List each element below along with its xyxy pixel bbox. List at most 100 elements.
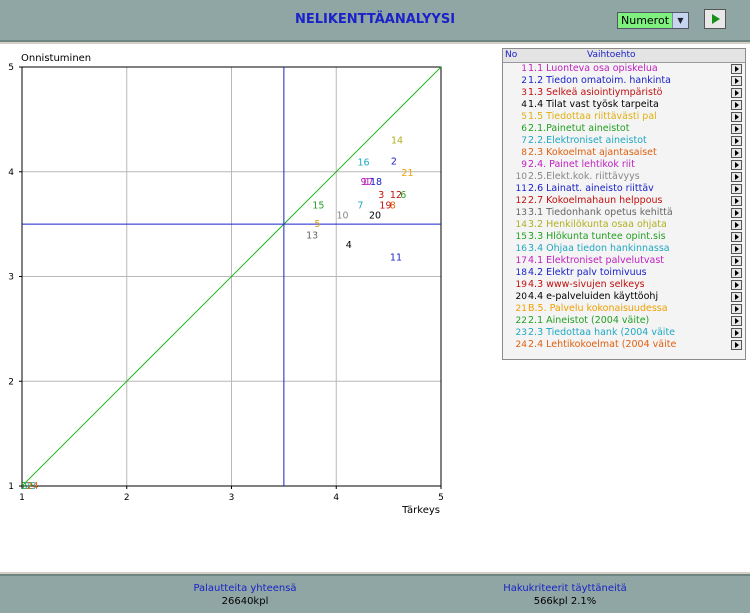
arrow-right-icon[interactable] — [731, 232, 742, 242]
list-item-number: 14 — [515, 220, 527, 230]
list-item-label: 3.4 Ohjaa tiedon hankinnassa — [528, 243, 670, 254]
list-item[interactable]: 13 3.1 Tiedonhank opetus kehittä — [503, 207, 745, 219]
arrow-right-icon[interactable] — [731, 292, 742, 302]
arrow-right-icon[interactable] — [731, 256, 742, 266]
list-item-label: 1.2 Tiedon omatoim. hankinta — [528, 75, 671, 86]
chevron-down-icon[interactable]: ▼ — [672, 13, 688, 28]
list-item[interactable]: 2 1.2 Tiedon omatoim. hankinta — [503, 75, 745, 87]
list-item[interactable]: 19 4.3 www-sivujen selkeys — [503, 279, 745, 291]
y-tick-label: 5 — [8, 63, 14, 73]
list-item-number: 23 — [515, 328, 527, 338]
arrow-right-icon[interactable] — [731, 268, 742, 278]
list-item-label: 2.2.Elektroniset aineistot — [528, 135, 647, 146]
list-rows: 1 1.1 Luonteva osa opiskelua 2 1.2 Tiedon o… — [503, 63, 745, 351]
y-tick-label: 2 — [8, 377, 14, 387]
footer-bar: Palautteita yhteensä 26640kpl Hakukritee… — [0, 574, 750, 613]
list-item[interactable]: 6 2.1.Painetut aineistot — [503, 123, 745, 135]
arrow-right-icon[interactable] — [731, 172, 742, 182]
list-item[interactable]: 8 2.3 Kokoelmat ajantasaiset — [503, 147, 745, 159]
play-icon — [712, 14, 720, 24]
list-item[interactable]: 20 4.4 e-palveluiden käyttöohj — [503, 291, 745, 303]
arrow-right-icon[interactable] — [731, 88, 742, 98]
list-item[interactable]: 23 2.3 Tiedottaa hank (2004 väite — [503, 327, 745, 339]
list-item[interactable]: 11 2.6 Lainatt. aineisto riittäv — [503, 183, 745, 195]
y-tick-label: 4 — [8, 168, 14, 178]
arrow-right-icon[interactable] — [731, 136, 742, 146]
arrow-right-icon[interactable] — [731, 148, 742, 158]
data-point-label: 14 — [391, 135, 403, 146]
list-item-number: 19 — [515, 280, 527, 290]
arrow-right-icon[interactable] — [731, 64, 742, 74]
list-item[interactable]: 5 1.5 Tiedottaa riittävästi pal — [503, 111, 745, 123]
list-item[interactable]: 7 2.2.Elektroniset aineistot — [503, 135, 745, 147]
data-point-label: 7 — [357, 200, 363, 211]
list-item[interactable]: 10 2.5.Elekt.kok. riittävyys — [503, 171, 745, 183]
list-item-number: 17 — [515, 256, 527, 266]
col-no-header: No — [505, 50, 518, 60]
list-item-label: 3.3 Hlökunta tuntee opint.sis — [528, 231, 666, 242]
data-point-label: 12 — [390, 190, 402, 201]
arrow-right-icon[interactable] — [731, 304, 742, 314]
arrow-right-icon[interactable] — [731, 196, 742, 206]
data-point-label: 4 — [346, 240, 352, 251]
list-item-label: 1.1 Luonteva osa opiskelua — [528, 63, 658, 74]
header-bar: NELIKENTTÄANALYYSI Numerot ▼ — [0, 0, 750, 42]
list-item-label: 1.5 Tiedottaa riittävästi pal — [528, 111, 657, 122]
main-area: 1 2 3 4 5 1 2 3 4 5 Onnistuminen Tärkeys 1 2 3 4 5 6 7 8 9 10… — [0, 44, 750, 572]
arrow-right-icon[interactable] — [731, 340, 742, 350]
list-item[interactable]: 18 4.2 Elektr palv toimivuus — [503, 267, 745, 279]
x-tick-label: 4 — [333, 493, 339, 503]
list-item-number: 7 — [521, 136, 527, 146]
arrow-right-icon[interactable] — [731, 208, 742, 218]
data-point-label: 18 — [370, 177, 382, 188]
data-point-label: 16 — [357, 157, 369, 168]
y-tick-label: 3 — [8, 273, 14, 283]
list-item-label: 1.4 Tilat vast työsk tarpeita — [528, 99, 659, 110]
data-point-label: 11 — [390, 253, 402, 264]
list-header: No Vaihtoehto — [503, 49, 745, 63]
list-item[interactable]: 24 2.4 Lehtikokoelmat (2004 väite — [503, 339, 745, 351]
arrow-right-icon[interactable] — [731, 160, 742, 170]
list-item-label: 3.2 Henkilökunta osaa ohjata — [528, 219, 667, 230]
list-item[interactable]: 15 3.3 Hlökunta tuntee opint.sis — [503, 231, 745, 243]
list-item-number: 2 — [521, 76, 527, 86]
arrow-right-icon[interactable] — [731, 280, 742, 290]
list-item-label: 3.1 Tiedonhank opetus kehittä — [528, 207, 673, 218]
list-item-label: 2.4 Lehtikokoelmat (2004 väite — [528, 339, 677, 350]
list-item-label: 2.7 Kokoelmahaun helppous — [528, 195, 663, 206]
arrow-right-icon[interactable] — [731, 316, 742, 326]
list-item[interactable]: 1 1.1 Luonteva osa opiskelua — [503, 63, 745, 75]
x-tick-label: 5 — [438, 493, 444, 503]
arrow-right-icon[interactable] — [731, 100, 742, 110]
play-button[interactable] — [704, 9, 726, 29]
list-item[interactable]: 22 2.1 Aineistot (2004 väite) — [503, 315, 745, 327]
list-item-label: 2.3 Tiedottaa hank (2004 väite — [528, 327, 676, 338]
arrow-right-icon[interactable] — [731, 244, 742, 254]
list-item-number: 13 — [515, 208, 527, 218]
data-point-label: 15 — [312, 200, 324, 211]
list-item[interactable]: 16 3.4 Ohjaa tiedon hankinnassa — [503, 243, 745, 255]
list-item[interactable]: 21 B.5. Palvelu kokonaisuudessa — [503, 303, 745, 315]
list-item-label: B.5. Palvelu kokonaisuudessa — [528, 303, 668, 314]
x-tick-label: 3 — [229, 493, 235, 503]
arrow-right-icon[interactable] — [731, 76, 742, 86]
chart-svg: 1 2 3 4 512345OnnistuminenTärkeys1234567 8910… — [8, 53, 444, 516]
list-item[interactable]: 14 3.2 Henkilökunta osaa ohjata — [503, 219, 745, 231]
list-item[interactable]: 9 2.4. Painet lehtikok riit — [503, 159, 745, 171]
display-mode-select[interactable]: Numerot ▼ — [617, 12, 689, 29]
list-item[interactable]: 3 1.3 Selkeä asiointiympäristö — [503, 87, 745, 99]
arrow-right-icon[interactable] — [731, 112, 742, 122]
list-item[interactable]: 17 4.1 Elektroniset palvelutvast — [503, 255, 745, 267]
list-item-label: 1.3 Selkeä asiointiympäristö — [528, 87, 663, 98]
arrow-right-icon[interactable] — [731, 220, 742, 230]
data-point-label: 2 — [391, 156, 397, 167]
list-item[interactable]: 4 1.4 Tilat vast työsk tarpeita — [503, 99, 745, 111]
data-point-label: 20 — [369, 211, 381, 222]
arrow-right-icon[interactable] — [731, 184, 742, 194]
arrow-right-icon[interactable] — [731, 328, 742, 338]
list-item-number: 3 — [521, 88, 527, 98]
list-item[interactable]: 12 2.7 Kokoelmahaun helppous — [503, 195, 745, 207]
list-item-number: 8 — [521, 148, 527, 158]
arrow-right-icon[interactable] — [731, 124, 742, 134]
list-item-number: 4 — [521, 100, 527, 110]
